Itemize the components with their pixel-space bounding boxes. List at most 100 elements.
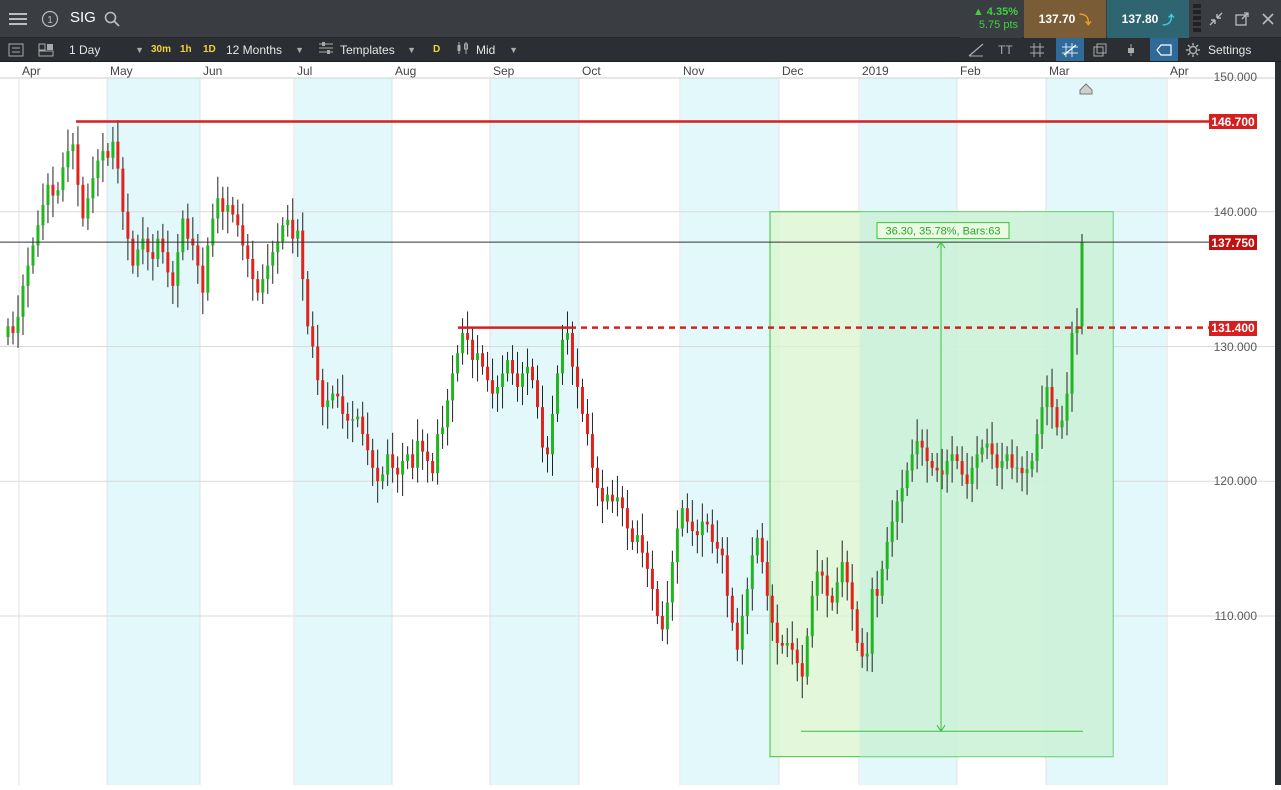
candle-body [930, 461, 934, 468]
copy-icon[interactable] [1093, 38, 1107, 61]
candle-body [131, 238, 135, 266]
candle-body [476, 353, 480, 360]
candle-body [351, 419, 355, 421]
price-change: ▲ 4.35% 5.75 pts [960, 0, 1022, 38]
price-tag: 131.400 [1209, 320, 1257, 336]
sell-price-button[interactable]: 137.70 ⤵ [1024, 0, 1106, 38]
candle-body [610, 494, 614, 502]
list-icon[interactable] [8, 38, 24, 61]
popout-icon[interactable] [1230, 0, 1254, 38]
buy-price-button[interactable]: 137.80 ⤴ [1107, 0, 1189, 38]
gear-icon[interactable] [1186, 38, 1200, 61]
candle-body [436, 434, 440, 474]
candle-body [306, 279, 310, 327]
candle-body [685, 508, 689, 522]
candle-body [251, 258, 255, 280]
candle-body [715, 541, 719, 549]
layout-icon[interactable] [38, 38, 54, 61]
close-icon[interactable] [1256, 0, 1280, 38]
x-tick-label: Apr [1170, 64, 1189, 78]
candle-body [1065, 393, 1069, 421]
candle-body [426, 451, 430, 462]
candle-body [920, 440, 924, 448]
candle-body [301, 230, 305, 280]
candle-body [216, 198, 220, 219]
search-icon[interactable] [100, 0, 124, 38]
candle-body [990, 443, 994, 455]
price-type-select[interactable]: Mid ▼ [456, 38, 524, 61]
candle-body [600, 487, 604, 502]
candle-body [376, 467, 380, 482]
tag-icon[interactable] [1150, 38, 1178, 61]
candle-body [925, 447, 929, 462]
price-tag: 137.750 [1209, 235, 1257, 251]
candle-body [590, 434, 594, 468]
candle-body [261, 279, 265, 293]
x-tick-label: 2019 [862, 64, 889, 78]
candle-body [660, 616, 664, 630]
candle-body [785, 642, 789, 646]
candle-body [645, 552, 649, 569]
change-percent: ▲ 4.35% [972, 6, 1018, 18]
candle-body [236, 214, 240, 226]
quick-1h-button[interactable]: 1h [180, 38, 192, 61]
candle-body [890, 521, 894, 542]
candle-body [700, 521, 704, 536]
quick-30m-button[interactable]: 30m [151, 38, 171, 61]
range-label: 12 Months [226, 42, 283, 57]
crosshair-icon[interactable] [1056, 38, 1084, 61]
templates-select[interactable]: Templates ▼ [318, 38, 422, 61]
x-tick-label: Aug [395, 64, 417, 78]
candle-body [575, 366, 579, 387]
candle-body [296, 230, 300, 239]
interval-select[interactable]: 1 Day ▼ [64, 38, 148, 61]
candle-body [516, 373, 520, 387]
text-tool-button[interactable]: TT [998, 38, 1013, 61]
info-circle-icon[interactable]: 1 [38, 0, 62, 38]
x-tick-label: Sep [493, 64, 515, 78]
instrument-symbol[interactable]: SIG [70, 9, 96, 26]
candle-body [550, 413, 554, 455]
candle-body [526, 366, 530, 374]
draw-d-button[interactable]: D [433, 38, 440, 61]
candle-body [221, 198, 225, 212]
candle-body [46, 184, 50, 206]
range-select[interactable]: 12 Months ▼ [222, 38, 310, 61]
measure-box-overlap [860, 211, 1113, 757]
candle-body [231, 205, 235, 215]
candle-body [311, 326, 315, 347]
candle-body [271, 252, 275, 266]
candle-body [521, 373, 525, 387]
x-tick-label: Mar [1049, 64, 1070, 78]
candle-body [186, 218, 190, 239]
candle-body [461, 333, 465, 354]
candle-body [121, 168, 125, 212]
candle-body [580, 386, 584, 414]
grid-icon[interactable] [1030, 38, 1044, 61]
candle-body [441, 427, 445, 435]
candle-body [980, 447, 984, 455]
quick-1d-button[interactable]: 1D [203, 38, 216, 61]
draw-line-icon[interactable] [968, 38, 984, 61]
x-tick-label: Feb [960, 64, 981, 78]
price-chart[interactable]: 36.30, 35.78%, Bars:63 [0, 62, 1275, 790]
svg-text:1: 1 [47, 15, 53, 26]
price-type-label: Mid [476, 42, 496, 57]
candle-body [66, 151, 70, 168]
chart-canvas[interactable]: 36.30, 35.78%, Bars:63 [0, 62, 1275, 785]
candle-body [800, 663, 804, 677]
y-tick-label: 110.000 [1214, 609, 1258, 623]
candle-body [850, 582, 854, 610]
candle-body [555, 373, 559, 414]
settings-button[interactable]: Settings [1208, 38, 1251, 61]
minimize-icon[interactable] [1204, 0, 1228, 38]
candle-body [945, 461, 949, 475]
candle-body [615, 497, 619, 502]
candle-body [181, 218, 185, 253]
menu-icon[interactable] [0, 0, 36, 38]
indicator-icon[interactable] [1124, 38, 1138, 61]
candle-body [146, 238, 150, 253]
candle-body [111, 141, 115, 158]
candle-body [176, 252, 180, 286]
candle-body [970, 467, 974, 484]
